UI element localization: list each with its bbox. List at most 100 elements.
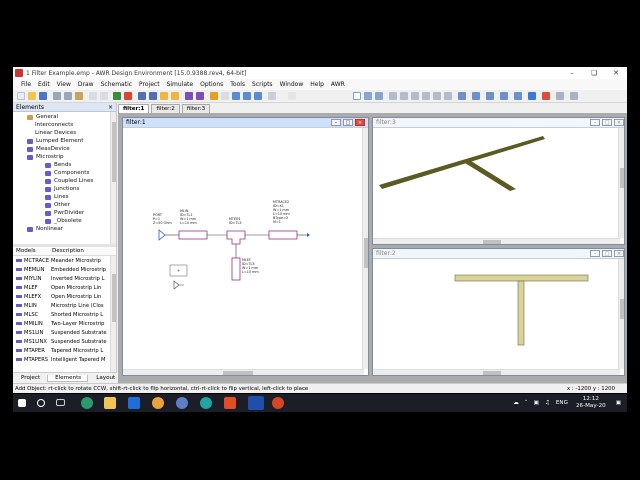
align-right-icon[interactable] <box>422 92 430 100</box>
restore-button[interactable]: ❏ <box>583 69 605 77</box>
tab-layout[interactable]: Layout <box>89 375 121 381</box>
powerpoint-icon[interactable] <box>272 397 284 409</box>
layout-window-titlebar[interactable]: filter:2 – □ × <box>373 249 624 259</box>
menu-awr[interactable]: AWR <box>331 81 345 88</box>
3d-vscroll[interactable] <box>618 128 624 238</box>
start-icon[interactable] <box>18 399 26 407</box>
port-symbol[interactable] <box>158 229 166 241</box>
align-top-icon[interactable] <box>433 92 441 100</box>
3d-hscroll[interactable] <box>373 238 620 244</box>
schematic-vscroll[interactable] <box>362 128 368 369</box>
list-item[interactable]: MCTRACE Meander Microstrip <box>13 256 116 265</box>
tree-item-junctions[interactable]: Junctions <box>45 185 79 193</box>
lvs-icon[interactable] <box>514 92 522 100</box>
menu-schematic[interactable]: Schematic <box>101 81 132 88</box>
list-item[interactable]: MIYLIN Inverted Microstrip L <box>13 274 116 283</box>
undo-icon[interactable] <box>89 92 97 100</box>
awr-taskbar-icon[interactable] <box>248 396 264 410</box>
cell-icon[interactable] <box>556 92 564 100</box>
language-indicator[interactable]: ENG <box>556 400 568 406</box>
menu-view[interactable]: View <box>57 81 71 88</box>
layer-icon[interactable] <box>486 92 494 100</box>
menu-edit[interactable]: Edit <box>38 81 50 88</box>
schematic-canvas[interactable]: PORT P=1 Z=50 Ohm MLIN ID=TL1 W=1 mm L=1… <box>123 128 361 369</box>
cloud-icon[interactable]: ☁ <box>513 400 519 406</box>
tree-item-pwrdivider[interactable]: PwrDivider <box>45 209 84 217</box>
zoom-area-icon[interactable] <box>254 92 262 100</box>
optimize-icon[interactable] <box>149 92 157 100</box>
list-item[interactable]: MTAPERS Intelligent Tapered M <box>13 355 116 364</box>
layout-canvas[interactable] <box>373 259 619 369</box>
ruler-icon[interactable] <box>221 92 229 100</box>
column-models[interactable]: Models <box>13 248 52 254</box>
chevron-up-icon[interactable]: ˄ <box>525 400 528 406</box>
search-icon[interactable] <box>37 399 45 407</box>
drc-icon[interactable] <box>500 92 508 100</box>
tree-item-components[interactable]: Components <box>45 169 89 177</box>
close-icon[interactable]: × <box>614 250 624 257</box>
3d-canvas[interactable] <box>373 128 619 238</box>
menu-simulate[interactable]: Simulate <box>167 81 194 88</box>
tree-item-lines[interactable]: Lines <box>45 193 69 201</box>
tree-item-nonlinear[interactable]: Nonlinear <box>27 225 63 233</box>
maximize-icon[interactable]: □ <box>602 119 612 126</box>
models-scrollbar[interactable] <box>110 256 116 375</box>
tree-item-obsolete[interactable]: _Obsolete <box>45 217 82 225</box>
task-view-icon[interactable] <box>56 399 65 406</box>
layout-hthumb[interactable] <box>483 371 501 375</box>
menu-scripts[interactable]: Scripts <box>252 81 273 88</box>
close-button[interactable]: ✕ <box>605 69 627 77</box>
move-down-icon[interactable] <box>400 92 408 100</box>
rotate-icon[interactable] <box>288 92 296 100</box>
tree-item-general[interactable]: General <box>27 113 58 121</box>
mlin-tl1[interactable] <box>178 230 208 240</box>
extract-icon[interactable] <box>528 92 536 100</box>
tree-item-linear-devices[interactable]: Linear Devices <box>35 129 76 137</box>
tree-item-coupled-lines[interactable]: Coupled Lines <box>45 177 93 185</box>
menu-help[interactable]: Help <box>310 81 324 88</box>
view-all-icon[interactable] <box>268 92 276 100</box>
simulate-icon[interactable] <box>113 92 121 100</box>
file-explorer-icon[interactable] <box>104 397 116 409</box>
edge-icon[interactable] <box>81 397 93 409</box>
tab-filter-2[interactable]: filter:2 <box>151 104 180 113</box>
column-description[interactable]: Description <box>52 248 84 254</box>
minimize-icon[interactable]: – <box>331 119 341 126</box>
notification-icon[interactable]: ▣ <box>616 400 621 406</box>
new-icon[interactable] <box>17 92 25 100</box>
stop-icon[interactable] <box>124 92 132 100</box>
list-item[interactable]: MS1LIN Suspended Substrate <box>13 328 116 337</box>
list-item[interactable]: MLEF Open Microstrip Lin <box>13 283 116 292</box>
schematic-hthumb[interactable] <box>223 371 253 375</box>
2d-view-icon[interactable] <box>196 92 204 100</box>
minimize-button[interactable]: – <box>561 69 583 77</box>
yield-icon[interactable] <box>160 92 168 100</box>
network-icon[interactable]: ▣ <box>534 400 539 406</box>
list-item[interactable]: MLSC Shorted Microstrip L <box>13 310 116 319</box>
list-item[interactable]: MMILIN Two-Layer Microstrip <box>13 319 116 328</box>
panel-close-icon[interactable]: × <box>108 104 113 111</box>
tree-item-other[interactable]: Other <box>45 201 70 209</box>
wire-icon[interactable] <box>364 92 372 100</box>
tree-item-measdevice[interactable]: MeasDevice <box>27 145 70 153</box>
tree-item-lumped-element[interactable]: Lumped Element <box>27 137 84 145</box>
tree-item-interconnects[interactable]: Interconnects <box>35 121 73 129</box>
chrome-icon[interactable] <box>152 397 164 409</box>
maximize-icon[interactable]: □ <box>343 119 353 126</box>
maximize-icon[interactable]: □ <box>602 250 612 257</box>
clock[interactable]: 12:12 26-May-20 <box>576 396 606 410</box>
save-icon[interactable] <box>39 92 47 100</box>
tab-filter-1[interactable]: filter:1 <box>118 104 150 113</box>
minimize-icon[interactable]: – <box>590 119 600 126</box>
layout-hscroll[interactable] <box>373 369 620 375</box>
export-icon[interactable] <box>570 92 578 100</box>
mtee-junction[interactable] <box>226 230 246 245</box>
copy-icon[interactable] <box>64 92 72 100</box>
port-icon[interactable] <box>375 92 383 100</box>
zoom-out-icon[interactable] <box>243 92 251 100</box>
menu-tools[interactable]: Tools <box>230 81 245 88</box>
menu-file[interactable]: File <box>21 81 31 88</box>
3d-hthumb[interactable] <box>483 240 501 244</box>
3d-vthumb[interactable] <box>620 168 624 188</box>
zoom-in-icon[interactable] <box>232 92 240 100</box>
